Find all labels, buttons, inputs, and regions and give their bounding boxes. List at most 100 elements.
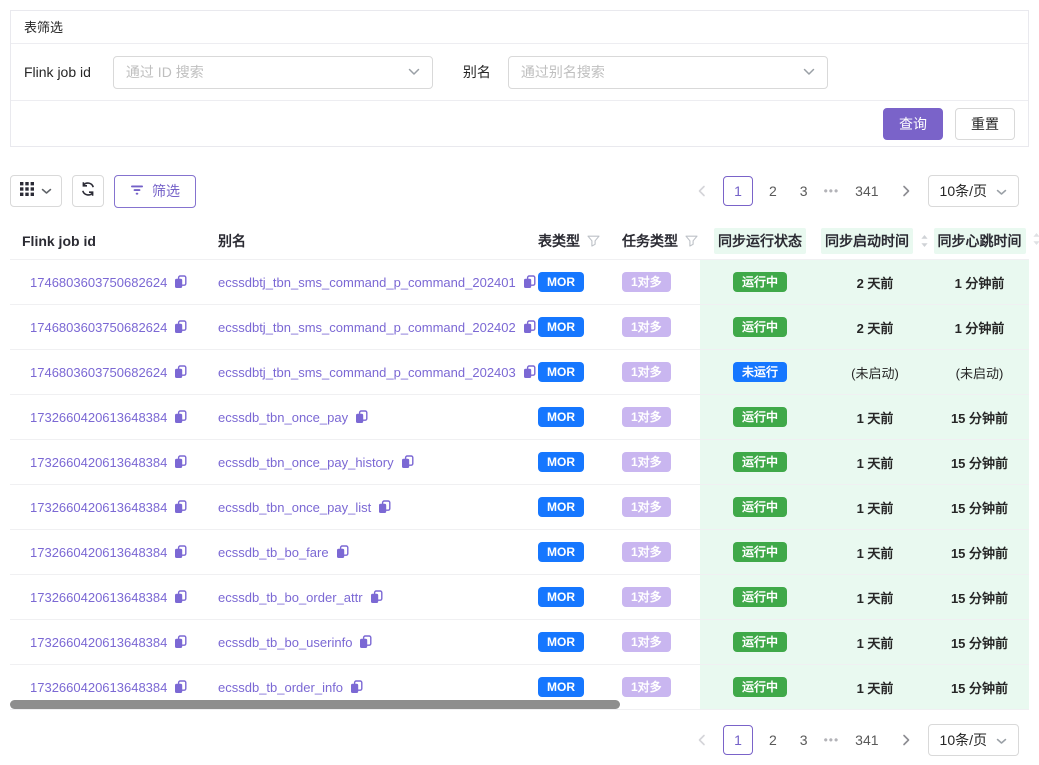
copy-icon[interactable] — [523, 275, 536, 289]
density-dropdown-button[interactable] — [10, 175, 62, 207]
table-row: 1732660420613648384 ecssdb_tbn_once_pay_… — [10, 440, 1029, 485]
copy-icon[interactable] — [359, 635, 372, 649]
horizontal-scrollbar-track — [10, 700, 1029, 709]
alias-link[interactable]: ecssdbtj_tbn_sms_command_p_command_20240… — [218, 320, 516, 335]
copy-icon[interactable] — [174, 365, 187, 379]
alias-link[interactable]: ecssdb_tb_bo_userinfo — [218, 635, 352, 650]
page-button-2[interactable]: 2 — [762, 183, 784, 199]
start-time-value: 1 天前 — [857, 498, 894, 517]
copy-icon[interactable] — [350, 680, 363, 694]
refresh-button[interactable] — [72, 175, 104, 207]
copy-icon[interactable] — [355, 410, 368, 424]
table-row: 1746803603750682624 ecssdbtj_tbn_sms_com… — [10, 350, 1029, 395]
task-type-badge: 1对多 — [622, 452, 671, 472]
page-button-3[interactable]: 3 — [793, 732, 815, 748]
page-size-select[interactable]: 10条/页 — [928, 724, 1019, 756]
table-type-badge: MOR — [538, 317, 584, 337]
alias-link[interactable]: ecssdb_tb_bo_order_attr — [218, 590, 363, 605]
query-button[interactable]: 查询 — [883, 108, 943, 140]
page-button-last[interactable]: 341 — [848, 183, 885, 199]
start-time-value: 1 天前 — [857, 453, 894, 472]
header-sync-heartbeat-time: 同步心跳时间 — [930, 228, 1029, 254]
job-id-link[interactable]: 1746803603750682624 — [30, 275, 167, 290]
prev-page-button[interactable] — [690, 726, 714, 754]
filter-panel: 表筛选 Flink job id 通过 ID 搜索 别名 通过别名搜索 查询 重… — [10, 10, 1029, 147]
alias-label: 别名 — [463, 62, 491, 82]
table-type-badge: MOR — [538, 677, 584, 697]
page-button-1[interactable]: 1 — [723, 176, 753, 206]
table-type-badge: MOR — [538, 362, 584, 382]
flink-job-id-select[interactable]: 通过 ID 搜索 — [113, 56, 433, 89]
page-button-3[interactable]: 3 — [793, 183, 815, 199]
reset-button[interactable]: 重置 — [955, 108, 1015, 140]
copy-icon[interactable] — [174, 455, 187, 469]
page-button-last[interactable]: 341 — [848, 732, 885, 748]
copy-icon[interactable] — [174, 275, 187, 289]
status-badge: 运行中 — [733, 407, 787, 427]
horizontal-scrollbar-thumb[interactable] — [10, 700, 620, 709]
prev-page-button[interactable] — [690, 177, 714, 205]
job-id-link[interactable]: 1732660420613648384 — [30, 455, 167, 470]
alias-link[interactable]: ecssdb_tbn_once_pay_history — [218, 455, 394, 470]
page-ellipsis[interactable]: ••• — [824, 184, 840, 198]
status-badge: 运行中 — [733, 632, 787, 652]
filter-button[interactable]: 筛选 — [114, 175, 196, 208]
table-row: 1732660420613648384 ecssdb_tbn_once_pay … — [10, 395, 1029, 440]
filter-funnel-icon[interactable] — [685, 235, 698, 247]
alias-link[interactable]: ecssdb_tbn_once_pay_list — [218, 500, 371, 515]
copy-icon[interactable] — [523, 320, 536, 334]
copy-icon[interactable] — [174, 545, 187, 559]
copy-icon[interactable] — [523, 365, 536, 379]
job-id-link[interactable]: 1732660420613648384 — [30, 590, 167, 605]
alias-link[interactable]: ecssdbtj_tbn_sms_command_p_command_20240… — [218, 275, 516, 290]
table-row: 1732660420613648384 ecssdb_tbn_once_pay_… — [10, 485, 1029, 530]
alias-link[interactable]: ecssdb_tbn_once_pay — [218, 410, 348, 425]
job-id-link[interactable]: 1746803603750682624 — [30, 320, 167, 335]
pagination-top: 1 2 3 ••• 341 10条/页 — [690, 175, 1019, 207]
start-time-value: 1 天前 — [857, 543, 894, 562]
header-sync-start-time: 同步启动时间 — [820, 228, 930, 254]
copy-icon[interactable] — [378, 500, 391, 514]
alias-link[interactable]: ecssdb_tb_bo_fare — [218, 545, 329, 560]
refresh-icon — [80, 181, 96, 202]
alias-select[interactable]: 通过别名搜索 — [508, 56, 828, 89]
copy-icon[interactable] — [174, 320, 187, 334]
sort-icon[interactable] — [920, 234, 929, 248]
copy-icon[interactable] — [174, 590, 187, 604]
page-button-1[interactable]: 1 — [723, 725, 753, 755]
job-id-link[interactable]: 1732660420613648384 — [30, 635, 167, 650]
job-id-link[interactable]: 1732660420613648384 — [30, 545, 167, 560]
header-task-type: 任务类型 — [622, 231, 700, 251]
sync-tables-table: Flink job id 别名 表类型 任务类型 同步运行状态 同步启动时间 同… — [10, 222, 1029, 710]
header-table-type: 表类型 — [538, 231, 622, 251]
table-header-row: Flink job id 别名 表类型 任务类型 同步运行状态 同步启动时间 同… — [10, 222, 1029, 260]
alias-link[interactable]: ecssdbtj_tbn_sms_command_p_command_20240… — [218, 365, 516, 380]
task-type-badge: 1对多 — [622, 362, 671, 382]
copy-icon[interactable] — [174, 635, 187, 649]
next-page-button[interactable] — [895, 726, 919, 754]
copy-icon[interactable] — [401, 455, 414, 469]
alias-link[interactable]: ecssdb_tb_order_info — [218, 680, 343, 695]
next-page-button[interactable] — [895, 177, 919, 205]
task-type-badge: 1对多 — [622, 407, 671, 427]
filter-funnel-icon[interactable] — [587, 235, 600, 247]
job-id-link[interactable]: 1732660420613648384 — [30, 410, 167, 425]
page-button-2[interactable]: 2 — [762, 732, 784, 748]
task-type-badge: 1对多 — [622, 497, 671, 517]
job-id-link[interactable]: 1746803603750682624 — [30, 365, 167, 380]
heartbeat-time-value: 15 分钟前 — [951, 633, 1008, 652]
page-ellipsis[interactable]: ••• — [824, 733, 840, 747]
copy-icon[interactable] — [370, 590, 383, 604]
table-row: 1732660420613648384 ecssdb_tb_bo_userinf… — [10, 620, 1029, 665]
status-badge: 运行中 — [733, 677, 787, 697]
copy-icon[interactable] — [336, 545, 349, 559]
job-id-link[interactable]: 1732660420613648384 — [30, 500, 167, 515]
task-type-badge: 1对多 — [622, 587, 671, 607]
job-id-link[interactable]: 1732660420613648384 — [30, 680, 167, 695]
sort-icon[interactable] — [1032, 232, 1039, 251]
page-size-select[interactable]: 10条/页 — [928, 175, 1019, 207]
copy-icon[interactable] — [174, 680, 187, 694]
filter-form: Flink job id 通过 ID 搜索 别名 通过别名搜索 — [11, 44, 1028, 101]
copy-icon[interactable] — [174, 410, 187, 424]
copy-icon[interactable] — [174, 500, 187, 514]
